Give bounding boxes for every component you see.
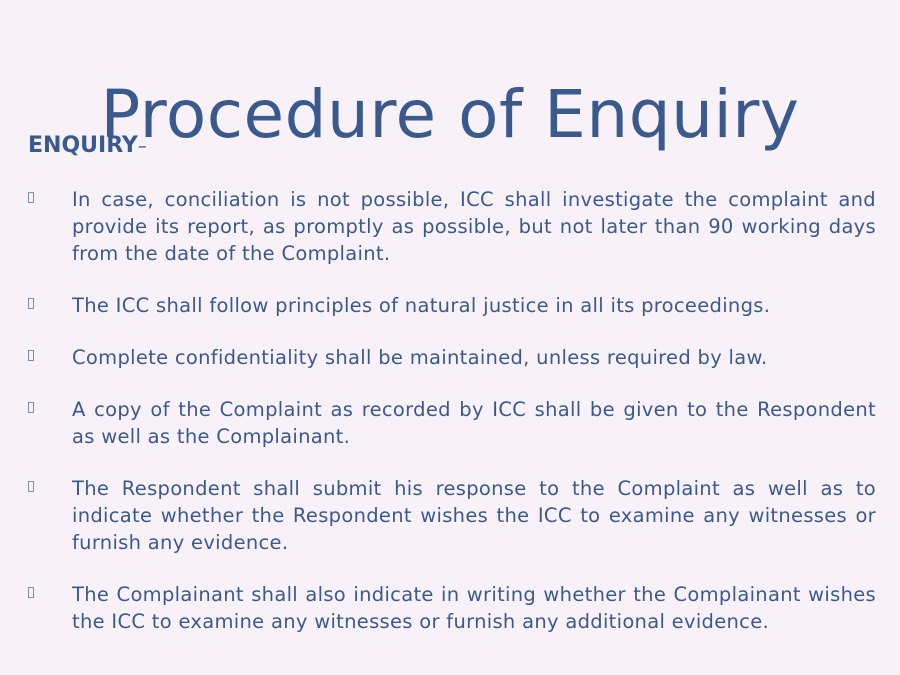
- bullet-item: In case, conciliation is not possible, I…: [28, 186, 876, 267]
- bullet-item: Complete confidentiality shall be mainta…: [28, 344, 876, 371]
- square-bullet-icon: [28, 587, 34, 598]
- square-bullet-icon: [28, 298, 34, 309]
- bullet-item: The ICC shall follow principles of natur…: [28, 292, 876, 319]
- bullet-text: The Respondent shall submit his response…: [72, 477, 876, 554]
- bullet-item: A copy of the Complaint as recorded by I…: [28, 396, 876, 450]
- bullet-text: In case, conciliation is not possible, I…: [72, 188, 876, 265]
- bullet-item: The Respondent shall submit his response…: [28, 475, 876, 556]
- bullet-text: Complete confidentiality shall be mainta…: [72, 346, 768, 369]
- section-heading: ENQUIRY–: [28, 135, 147, 157]
- square-bullet-icon: [28, 402, 34, 413]
- bullet-list: In case, conciliation is not possible, I…: [28, 186, 876, 660]
- section-heading-dash: –: [137, 136, 147, 157]
- bullet-text: The Complainant shall also indicate in w…: [72, 583, 876, 633]
- square-bullet-icon: [28, 192, 34, 203]
- section-heading-text: ENQUIRY: [28, 133, 138, 158]
- bullet-text: The ICC shall follow principles of natur…: [72, 294, 771, 317]
- square-bullet-icon: [28, 350, 34, 361]
- bullet-text: A copy of the Complaint as recorded by I…: [72, 398, 876, 448]
- bullet-item: The Complainant shall also indicate in w…: [28, 581, 876, 635]
- square-bullet-icon: [28, 481, 34, 492]
